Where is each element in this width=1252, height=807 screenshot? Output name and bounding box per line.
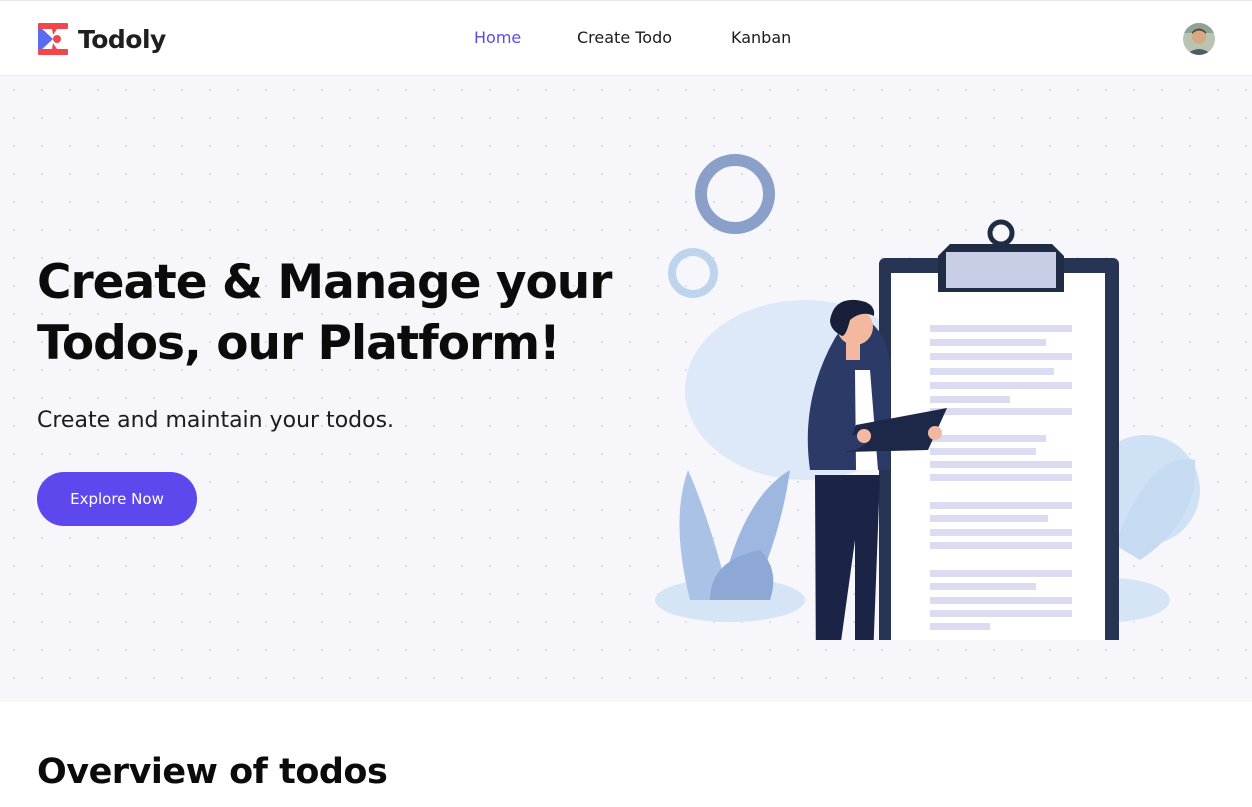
nav-link-create-todo[interactable]: Create Todo <box>577 28 672 47</box>
hero-subtitle: Create and maintain your todos. <box>37 408 395 433</box>
user-avatar[interactable] <box>1183 23 1215 55</box>
person-with-clipboard-illustration <box>655 154 1200 640</box>
overview-title: Overview of todos <box>37 752 388 792</box>
nav-link-home[interactable]: Home <box>474 28 521 47</box>
navbar: Todoly Home Create Todo Kanban <box>0 0 1252 76</box>
avatar-photo-icon <box>1183 23 1215 55</box>
hero-title-line-1: Create & Manage your <box>37 255 612 310</box>
main-nav: Home Create Todo Kanban <box>0 28 1252 52</box>
hero-title-line-2: Todos, our Platform! <box>37 316 561 371</box>
nav-link-kanban[interactable]: Kanban <box>731 28 791 47</box>
hero-title: Create & Manage your Todos, our Platform… <box>37 252 637 374</box>
overview-section: Overview of todos <box>0 702 1252 807</box>
explore-now-button[interactable]: Explore Now <box>37 472 197 526</box>
hero-section: Create & Manage your Todos, our Platform… <box>0 76 1252 702</box>
